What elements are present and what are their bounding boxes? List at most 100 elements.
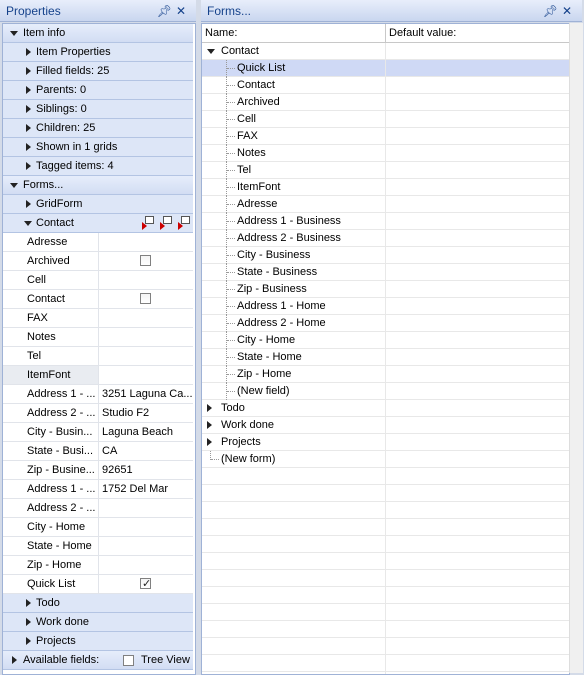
expand-icon[interactable] <box>23 613 33 631</box>
form-row[interactable]: Work done <box>202 417 569 434</box>
field-row[interactable]: Quick List <box>3 575 193 594</box>
pin-icon[interactable]: 📌︎ <box>543 4 562 18</box>
form-field-row[interactable]: FAX <box>202 128 569 145</box>
default-value-cell[interactable] <box>386 213 569 229</box>
field-value[interactable]: CA <box>100 442 193 460</box>
tree-view-checkbox[interactable] <box>123 655 134 666</box>
expand-icon[interactable] <box>23 100 33 118</box>
form-field-row[interactable]: (New field) <box>202 383 569 400</box>
insert-field-icon[interactable] <box>159 216 173 230</box>
field-value[interactable] <box>100 290 193 308</box>
item-properties-row[interactable]: Item Properties <box>3 43 193 62</box>
close-icon[interactable]: ✕ <box>176 4 190 18</box>
field-value[interactable] <box>100 309 193 327</box>
field-value[interactable] <box>100 556 193 574</box>
collapse-icon[interactable] <box>23 214 33 232</box>
field-row[interactable]: Zip - Home <box>3 556 193 575</box>
form-field-row[interactable]: Address 2 - Business <box>202 230 569 247</box>
expand-icon[interactable] <box>207 400 212 417</box>
filled-fields-row[interactable]: Filled fields: 25 <box>3 62 193 81</box>
form-field-row[interactable]: Address 1 - Business <box>202 213 569 230</box>
collapse-icon[interactable] <box>9 24 19 42</box>
name-column-header[interactable]: Name: <box>202 24 386 42</box>
form-field-row[interactable]: State - Home <box>202 349 569 366</box>
default-value-cell[interactable] <box>386 400 569 416</box>
field-row[interactable]: Cell <box>3 271 193 290</box>
pin-icon[interactable]: 📌︎ <box>157 4 176 18</box>
default-value-cell[interactable] <box>386 366 569 382</box>
expand-icon[interactable] <box>23 138 33 156</box>
expand-icon[interactable] <box>23 43 33 61</box>
expand-icon[interactable] <box>23 119 33 137</box>
field-row[interactable]: City - Home <box>3 518 193 537</box>
default-value-cell[interactable] <box>386 196 569 212</box>
field-checkbox[interactable] <box>140 293 151 304</box>
projects-form-row[interactable]: Projects <box>3 632 193 651</box>
default-value-cell[interactable] <box>386 281 569 297</box>
contact-form-row[interactable]: Contact <box>3 214 193 233</box>
default-value-cell[interactable] <box>386 332 569 348</box>
form-field-row[interactable]: Address 2 - Home <box>202 315 569 332</box>
form-field-row[interactable]: City - Home <box>202 332 569 349</box>
expand-icon[interactable] <box>23 81 33 99</box>
default-value-cell[interactable] <box>386 145 569 161</box>
new-form-row[interactable]: (New form) <box>202 451 569 468</box>
form-field-row[interactable]: Adresse <box>202 196 569 213</box>
field-row[interactable]: City - Busin... Laguna Beach <box>3 423 193 442</box>
field-checkbox[interactable] <box>140 255 151 266</box>
vertical-scrollbar[interactable] <box>569 23 583 673</box>
field-value[interactable] <box>100 252 193 270</box>
form-field-row[interactable]: Zip - Business <box>202 281 569 298</box>
field-row[interactable]: Address 2 - ... Studio F2 <box>3 404 193 423</box>
default-value-cell[interactable] <box>386 451 569 467</box>
form-field-row[interactable]: Notes <box>202 145 569 162</box>
form-contact-row[interactable]: Contact <box>202 43 569 60</box>
field-row[interactable]: Contact <box>3 290 193 309</box>
field-checkbox[interactable] <box>140 575 151 593</box>
form-field-row[interactable]: State - Business <box>202 264 569 281</box>
field-row[interactable]: Address 1 - ... 3251 Laguna Ca... <box>3 385 193 404</box>
expand-icon[interactable] <box>23 195 33 213</box>
default-value-cell[interactable] <box>386 247 569 263</box>
work-done-form-row[interactable]: Work done <box>3 613 193 632</box>
default-value-cell[interactable] <box>386 230 569 246</box>
expand-icon[interactable] <box>23 157 33 175</box>
default-value-cell[interactable] <box>386 162 569 178</box>
field-value[interactable] <box>100 537 193 555</box>
form-field-row[interactable]: Zip - Home <box>202 366 569 383</box>
field-row[interactable]: Address 2 - ... <box>3 499 193 518</box>
field-row[interactable]: ItemFont <box>3 366 193 385</box>
field-value[interactable] <box>100 366 193 384</box>
field-value[interactable] <box>100 499 193 517</box>
move-field-icon[interactable] <box>177 216 191 230</box>
default-value-cell[interactable] <box>386 128 569 144</box>
collapse-icon[interactable] <box>9 176 19 194</box>
default-value-cell[interactable] <box>386 264 569 280</box>
form-row[interactable]: Todo <box>202 400 569 417</box>
tagged-items-row[interactable]: Tagged items: 4 <box>3 157 193 176</box>
default-value-cell[interactable] <box>386 315 569 331</box>
field-row[interactable]: Notes <box>3 328 193 347</box>
default-value-cell[interactable] <box>386 383 569 399</box>
form-field-row[interactable]: Tel <box>202 162 569 179</box>
field-value[interactable]: Laguna Beach <box>100 423 193 441</box>
add-field-icon[interactable] <box>141 216 155 230</box>
field-row[interactable]: Adresse <box>3 233 193 252</box>
form-field-row[interactable]: Address 1 - Home <box>202 298 569 315</box>
field-row[interactable]: State - Home <box>3 537 193 556</box>
available-fields-row[interactable]: Available fields: Tree View <box>3 651 193 670</box>
field-row[interactable]: Archived <box>3 252 193 271</box>
close-icon[interactable]: ✕ <box>562 4 576 18</box>
default-value-cell[interactable] <box>386 94 569 110</box>
expand-icon[interactable] <box>23 632 33 650</box>
field-value[interactable] <box>100 347 193 365</box>
expand-icon[interactable] <box>207 417 212 434</box>
field-row[interactable]: Tel <box>3 347 193 366</box>
gridform-row[interactable]: GridForm <box>3 195 193 214</box>
default-value-cell[interactable] <box>386 77 569 93</box>
forms-section[interactable]: Forms... <box>3 176 193 195</box>
form-row[interactable]: Projects <box>202 434 569 451</box>
expand-icon[interactable] <box>23 594 33 612</box>
field-value[interactable] <box>100 233 193 251</box>
form-field-row[interactable]: Cell <box>202 111 569 128</box>
